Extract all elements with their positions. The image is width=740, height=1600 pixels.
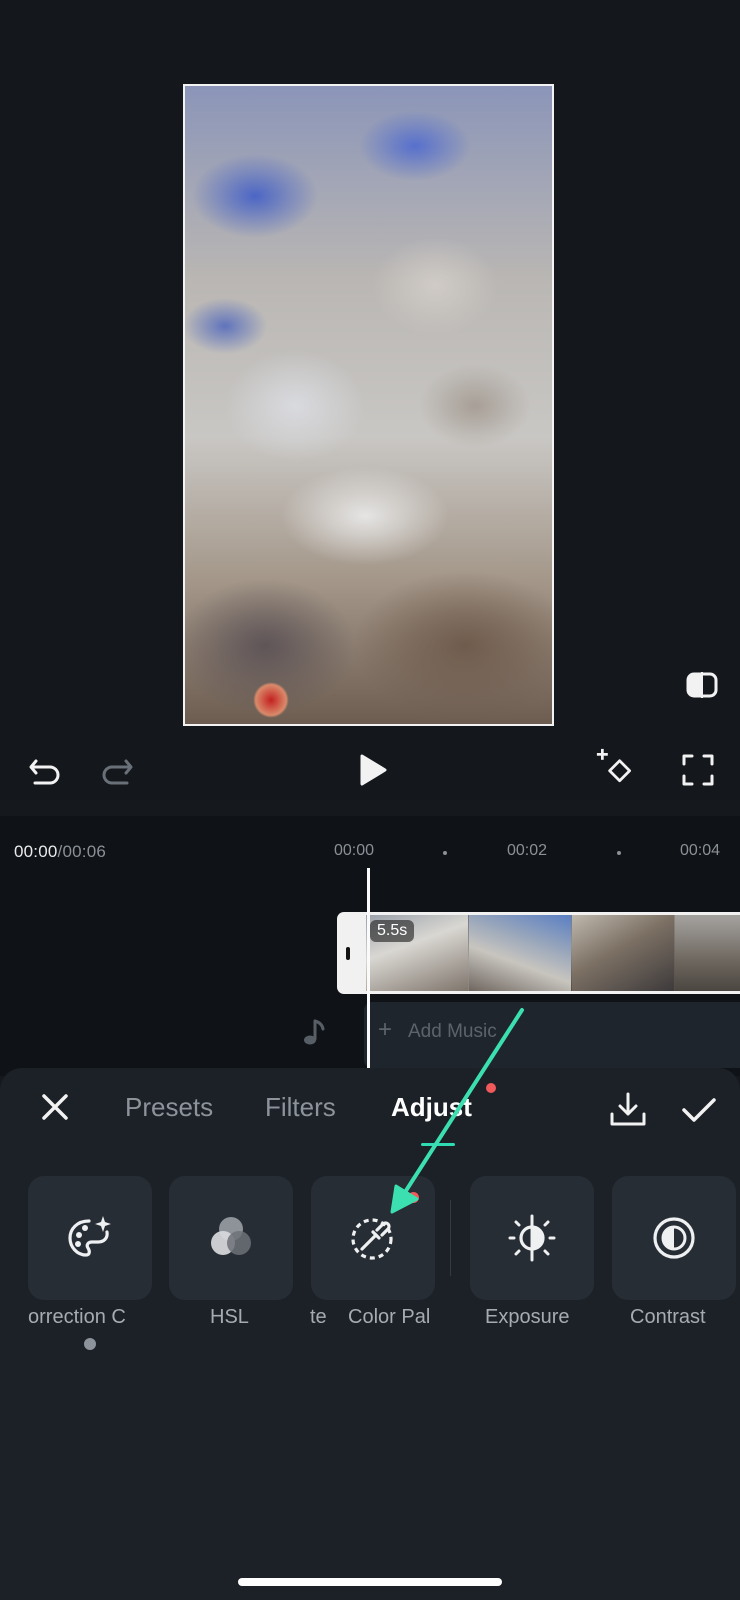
- tool-color-correction[interactable]: [28, 1176, 152, 1300]
- tool-label-prefix: te: [310, 1306, 327, 1328]
- clip-duration-badge: 5.5s: [370, 920, 415, 942]
- home-indicator: [238, 1578, 502, 1586]
- redo-icon[interactable]: [96, 750, 136, 790]
- play-icon[interactable]: [352, 750, 392, 790]
- tool-contrast[interactable]: [612, 1176, 736, 1300]
- ruler-tick-label: 00:02: [507, 842, 548, 859]
- video-preview-frame[interactable]: [183, 84, 554, 726]
- video-content: [253, 682, 289, 718]
- hsl-circles-icon: [211, 1217, 251, 1255]
- add-keyframe-icon[interactable]: [596, 748, 636, 788]
- undo-icon[interactable]: [26, 750, 66, 790]
- compare-icon[interactable]: [686, 672, 718, 698]
- playhead[interactable]: [367, 868, 370, 1068]
- clip-thumbnail: [675, 915, 740, 991]
- clip-thumbnail: [469, 915, 572, 991]
- adjust-panel: [0, 1068, 740, 1600]
- checkmark-icon[interactable]: [680, 1092, 718, 1128]
- eyedropper-icon: [351, 1218, 393, 1260]
- tool-label: HSL: [210, 1306, 249, 1328]
- time-readout: 00:00/00:06: [14, 842, 106, 862]
- clip-thumbnail: [572, 915, 675, 991]
- current-time: 00:00: [14, 842, 58, 861]
- video-clip[interactable]: [366, 912, 740, 994]
- contrast-icon: [653, 1217, 695, 1259]
- tool-hsl[interactable]: [169, 1176, 293, 1300]
- selected-indicator-dot: [84, 1338, 96, 1350]
- ruler-tick-label: 00:00: [334, 842, 375, 859]
- tool-label: Exposure: [485, 1306, 570, 1328]
- fullscreen-icon[interactable]: [678, 750, 718, 790]
- trim-handle-grip: [346, 947, 350, 960]
- palette-sparkle-icon: [68, 1216, 111, 1257]
- music-note-icon: [304, 1019, 325, 1045]
- tool-label: Color Pal: [348, 1306, 431, 1328]
- tab-filters[interactable]: Filters: [265, 1092, 336, 1123]
- tab-presets[interactable]: Presets: [125, 1092, 213, 1123]
- total-time: /00:06: [57, 842, 107, 861]
- download-icon[interactable]: [608, 1090, 648, 1130]
- annotation-arrow: [390, 1008, 524, 1214]
- tool-label: orrection C: [28, 1306, 126, 1328]
- ruler-dot: [443, 851, 447, 855]
- exposure-icon: [508, 1214, 556, 1262]
- tool-label: Contrast: [630, 1306, 706, 1328]
- ruler-dot: [617, 851, 621, 855]
- close-icon[interactable]: [38, 1090, 72, 1124]
- ruler-tick-label: 00:04: [680, 842, 721, 859]
